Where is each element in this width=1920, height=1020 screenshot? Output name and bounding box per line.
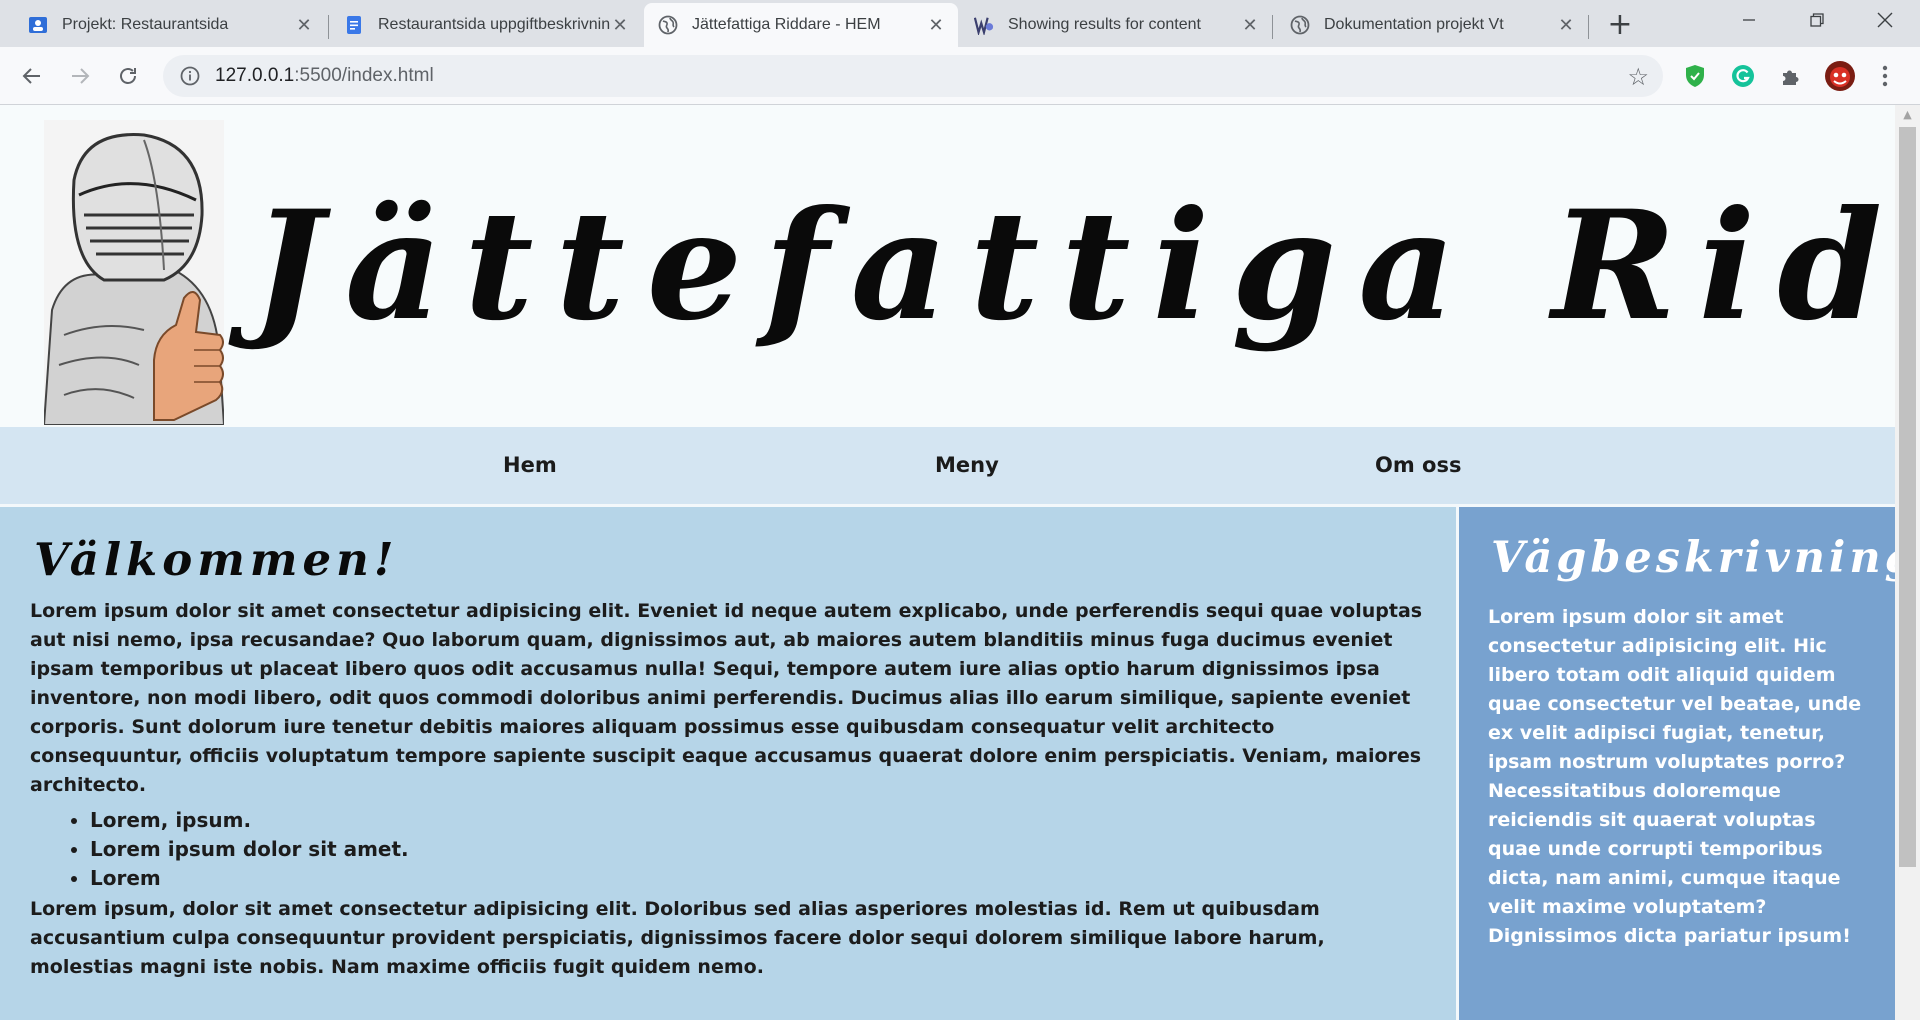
classroom-icon [28, 15, 48, 35]
globe-icon [658, 15, 678, 35]
tab-restaurantsida-uppgiftbeskrivning[interactable]: Restaurantsida uppgiftbeskrivning ✕ [330, 3, 642, 47]
content-list: Lorem, ipsum. Lorem ipsum dolor sit amet… [30, 806, 409, 893]
nav-link-hem[interactable]: Hem [503, 453, 557, 477]
window-close-button[interactable] [1852, 0, 1918, 40]
back-button[interactable] [15, 59, 49, 93]
tab-jattefattiga-riddare[interactable]: Jättefattiga Riddare - HEM ✕ [644, 3, 958, 47]
close-icon[interactable]: ✕ [294, 15, 314, 35]
site-nav: Hem Meny Om oss [0, 427, 1895, 507]
close-icon[interactable]: ✕ [926, 15, 946, 35]
list-item: Lorem ipsum dolor sit amet. [90, 835, 409, 864]
list-item: Lorem [90, 864, 409, 893]
url-host: 127.0.0.1 [215, 65, 295, 86]
reload-icon [120, 68, 136, 84]
tab-title: Showing results for content [1008, 16, 1201, 33]
address-bar[interactable]: 127.0.0.1:5500/index.html ☆ [163, 55, 1663, 97]
site-logo-icon [974, 15, 994, 35]
tab-separator [328, 15, 329, 39]
profile-avatar[interactable] [1824, 60, 1856, 92]
restore-icon [1810, 13, 1824, 27]
docs-icon [344, 15, 364, 35]
tab-projekt-restaurantsida[interactable]: Projekt: Restaurantsida ✕ [14, 3, 326, 47]
second-paragraph: Lorem ipsum, dolor sit amet consectetur … [30, 898, 1325, 978]
extensions-puzzle-icon[interactable] [1778, 63, 1804, 89]
forward-arrow-icon [72, 68, 90, 84]
scroll-thumb[interactable] [1899, 127, 1916, 867]
tab-separator [1272, 15, 1273, 39]
url-path: :5500/index.html [294, 65, 434, 86]
site-header: Jättefattiga Riddare [0, 105, 1920, 427]
nav-link-meny[interactable]: Meny [935, 453, 999, 477]
bookmark-star-icon[interactable]: ☆ [1627, 63, 1649, 92]
tab-separator [1588, 15, 1589, 39]
knight-logo-image [44, 120, 224, 425]
directions-heading: Vägbeskrivning [1491, 533, 1919, 583]
tab-dokumentation[interactable]: Dokumentation projekt Vt ✕ [1276, 3, 1588, 47]
welcome-heading: Välkommen! [34, 533, 399, 586]
site-title: Jättefattiga Riddare [252, 178, 1920, 354]
tab-title: Dokumentation projekt Vt [1324, 16, 1504, 33]
reload-button[interactable] [111, 59, 145, 93]
minimize-button[interactable] [1716, 0, 1782, 40]
tab-title: Jättefattiga Riddare - HEM [692, 16, 881, 33]
scroll-up-arrow-icon[interactable]: ▲ [1895, 105, 1920, 123]
close-icon[interactable]: ✕ [1240, 15, 1260, 35]
minimize-icon [1743, 19, 1755, 21]
intro-paragraph: Lorem ipsum dolor sit amet consectetur a… [30, 600, 1423, 796]
list-item: Lorem, ipsum. [90, 806, 409, 835]
page-viewport: Jättefattiga Riddare Hem Meny Om oss Väl… [0, 105, 1920, 1020]
close-icon[interactable]: ✕ [610, 15, 630, 35]
directions-sidebar: Vägbeskrivning Lorem ipsum dolor sit ame… [1459, 507, 1915, 1020]
globe-icon [1290, 15, 1310, 35]
grammarly-icon[interactable] [1730, 63, 1756, 89]
tab-title: Projekt: Restaurantsida [62, 16, 229, 33]
forward-button[interactable] [63, 59, 97, 93]
close-icon[interactable]: ✕ [1556, 15, 1576, 35]
tab-showing-results[interactable]: Showing results for content ✕ [960, 3, 1272, 47]
shield-extension-icon[interactable] [1682, 63, 1708, 89]
info-icon[interactable] [179, 65, 201, 87]
close-icon [1877, 12, 1893, 28]
tab-strip: Projekt: Restaurantsida ✕ Restaurantsida… [0, 0, 1920, 47]
page-scrollbar[interactable]: ▲ [1895, 105, 1920, 1020]
browser-toolbar: 127.0.0.1:5500/index.html ☆ [0, 47, 1920, 105]
back-arrow-icon [22, 68, 40, 84]
nav-link-om-oss[interactable]: Om oss [1375, 453, 1461, 477]
tab-title: Restaurantsida uppgiftbeskrivning [378, 16, 610, 33]
restore-button[interactable] [1784, 0, 1850, 40]
directions-text: Lorem ipsum dolor sit amet consectetur a… [1488, 606, 1862, 947]
browser-menu-icon[interactable] [1872, 63, 1898, 89]
main-content: Välkommen! Lorem ipsum dolor sit amet co… [0, 507, 1456, 1020]
new-tab-button[interactable]: + [1604, 7, 1636, 42]
